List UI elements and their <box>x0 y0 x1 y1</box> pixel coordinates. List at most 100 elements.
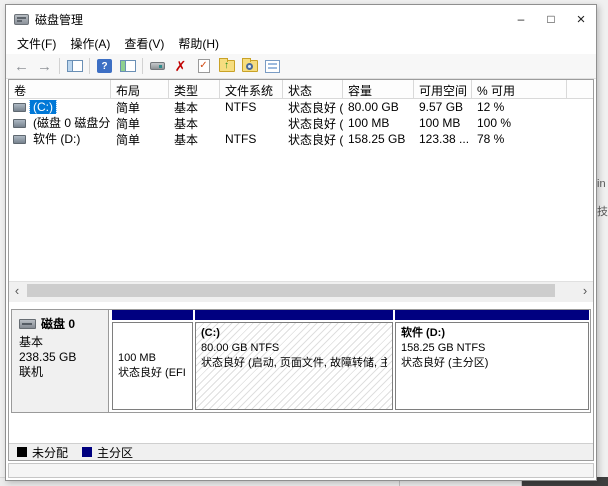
cell-layout: 简单 <box>111 115 169 132</box>
partition-size: 158.25 GB NTFS <box>401 341 583 356</box>
forward-button[interactable]: → <box>33 55 56 77</box>
window-title: 磁盘管理 <box>35 11 83 28</box>
cell-capacity: 158.25 GB <box>343 132 414 146</box>
table-row-efi-partition[interactable]: (磁盘 0 磁盘分区 1) 简单 基本 状态良好 (... 100 MB 100… <box>9 115 593 131</box>
disk-type: 基本 <box>19 335 101 350</box>
show-console-tree-button[interactable] <box>63 55 86 77</box>
window-controls: – □ × <box>506 5 596 33</box>
partition-color-bar <box>112 310 193 320</box>
partition-size: 80.00 GB NTFS <box>201 341 387 356</box>
cell-filesystem: NTFS <box>220 100 283 114</box>
disk-management-app-icon <box>14 14 29 25</box>
disk-icon <box>19 319 36 329</box>
volume-name: (磁盘 0 磁盘分区 1) <box>30 116 111 130</box>
back-icon: ← <box>14 59 29 74</box>
menu-bar: 文件(F) 操作(A) 查看(V) 帮助(H) <box>6 33 596 54</box>
minimize-button[interactable]: – <box>506 5 536 33</box>
partition-color-bar <box>395 310 589 320</box>
menu-view[interactable]: 查看(V) <box>117 33 171 54</box>
partition-strip: 100 MB 状态良好 (EFI (C:) 80.00 GB NTFS 状态良好… <box>109 310 590 412</box>
toolbar-separator <box>142 58 143 74</box>
cell-status: 状态良好 (... <box>283 99 343 116</box>
cell-percent-free: 100 % <box>472 116 567 130</box>
title-bar[interactable]: 磁盘管理 – □ × <box>6 5 596 33</box>
cell-type: 基本 <box>169 115 220 132</box>
primary-partition-swatch <box>82 447 92 457</box>
mark-partition-button[interactable]: ✓ <box>192 55 215 77</box>
partition-label: 软件 (D:) <box>401 326 583 341</box>
column-header-volume[interactable]: 卷 <box>9 80 111 98</box>
cell-free-space: 100 MB <box>414 116 472 130</box>
delete-volume-button[interactable]: ✗ <box>169 55 192 77</box>
cell-capacity: 80.00 GB <box>343 100 414 114</box>
column-header-status[interactable]: 状态 <box>283 80 343 98</box>
column-header-layout[interactable]: 布局 <box>111 80 169 98</box>
scroll-left-button[interactable]: ‹ <box>9 282 25 299</box>
column-header-free-space[interactable]: 可用空间 <box>414 80 472 98</box>
disk-name: 磁盘 0 <box>41 315 75 332</box>
explore-button[interactable] <box>238 55 261 77</box>
column-header-type[interactable]: 类型 <box>169 80 220 98</box>
partition-size: 100 MB <box>118 351 187 366</box>
folder-up-icon: ↑ <box>219 60 235 72</box>
partition-label: (C:) <box>201 326 387 341</box>
legend-label: 主分区 <box>97 444 133 461</box>
cell-layout: 简单 <box>111 131 169 148</box>
console-pane: 卷 布局 类型 文件系统 状态 容量 可用空间 % 可用 (C:) 简单 基本 <box>8 79 594 461</box>
cell-filesystem: NTFS <box>220 132 283 146</box>
close-button[interactable]: × <box>566 5 596 33</box>
cell-layout: 简单 <box>111 99 169 116</box>
document-check-icon: ✓ <box>198 59 210 73</box>
volume-name: (C:) <box>30 100 56 114</box>
partition-status: 状态良好 (EFI <box>118 366 187 381</box>
volume-icon <box>13 103 26 112</box>
maximize-button[interactable]: □ <box>536 5 566 33</box>
cell-status: 状态良好 (... <box>283 115 343 132</box>
cell-status: 状态良好 (... <box>283 131 343 148</box>
volume-icon <box>13 119 26 128</box>
background-text-fragment: in <box>597 178 606 190</box>
window-status-bar <box>8 463 594 478</box>
column-header-percent-free[interactable]: % 可用 <box>472 80 567 98</box>
legend-bar: 未分配 主分区 <box>9 443 593 460</box>
disk-tool-icon <box>150 62 165 70</box>
action-pane-icon <box>120 60 136 72</box>
legend-label: 未分配 <box>32 444 68 461</box>
partition-d[interactable]: 软件 (D:) 158.25 GB NTFS 状态良好 (主分区) <box>394 310 590 412</box>
partition-efi[interactable]: 100 MB 状态良好 (EFI <box>111 310 194 412</box>
forward-icon: → <box>37 59 52 74</box>
menu-help[interactable]: 帮助(H) <box>171 33 226 54</box>
partition-c[interactable]: (C:) 80.00 GB NTFS 状态良好 (启动, 页面文件, 故障转储,… <box>194 310 394 412</box>
volume-icon <box>13 135 26 144</box>
scroll-right-button[interactable]: › <box>577 282 593 299</box>
disk-status: 联机 <box>19 365 101 380</box>
cell-type: 基本 <box>169 131 220 148</box>
unallocated-swatch <box>17 447 27 457</box>
scrollbar-thumb[interactable] <box>27 284 555 297</box>
column-header-filesystem[interactable]: 文件系统 <box>220 80 283 98</box>
legend-unallocated: 未分配 <box>17 444 68 461</box>
table-row-volume-c[interactable]: (C:) 简单 基本 NTFS 状态良好 (... 80.00 GB 9.57 … <box>9 99 593 115</box>
column-header-capacity[interactable]: 容量 <box>343 80 414 98</box>
menu-file[interactable]: 文件(F) <box>10 33 63 54</box>
back-button[interactable]: ← <box>10 55 33 77</box>
folder-search-icon <box>242 60 258 72</box>
cell-type: 基本 <box>169 99 220 116</box>
disk-0-info-panel[interactable]: 磁盘 0 基本 238.35 GB 联机 <box>12 310 109 412</box>
open-folder-button[interactable]: ↑ <box>215 55 238 77</box>
delete-icon: ✗ <box>175 59 187 73</box>
horizontal-scrollbar[interactable]: ‹ › <box>9 281 593 298</box>
menu-action[interactable]: 操作(A) <box>63 33 117 54</box>
disk-tool-button[interactable] <box>146 55 169 77</box>
cell-percent-free: 12 % <box>472 100 567 114</box>
volume-list: 卷 布局 类型 文件系统 状态 容量 可用空间 % 可用 (C:) 简单 基本 <box>9 80 593 298</box>
show-action-pane-button[interactable] <box>116 55 139 77</box>
disk-management-window: 磁盘管理 – □ × 文件(F) 操作(A) 查看(V) 帮助(H) ← → ? <box>5 4 597 481</box>
toolbar-separator <box>89 58 90 74</box>
toolbar-separator <box>59 58 60 74</box>
properties-button[interactable] <box>261 55 284 77</box>
partition-status: 状态良好 (启动, 页面文件, 故障转储, 主 <box>201 356 387 371</box>
help-button[interactable]: ? <box>93 55 116 77</box>
table-row-volume-d[interactable]: 软件 (D:) 简单 基本 NTFS 状态良好 (... 158.25 GB 1… <box>9 131 593 147</box>
cell-free-space: 123.38 ... <box>414 132 472 146</box>
